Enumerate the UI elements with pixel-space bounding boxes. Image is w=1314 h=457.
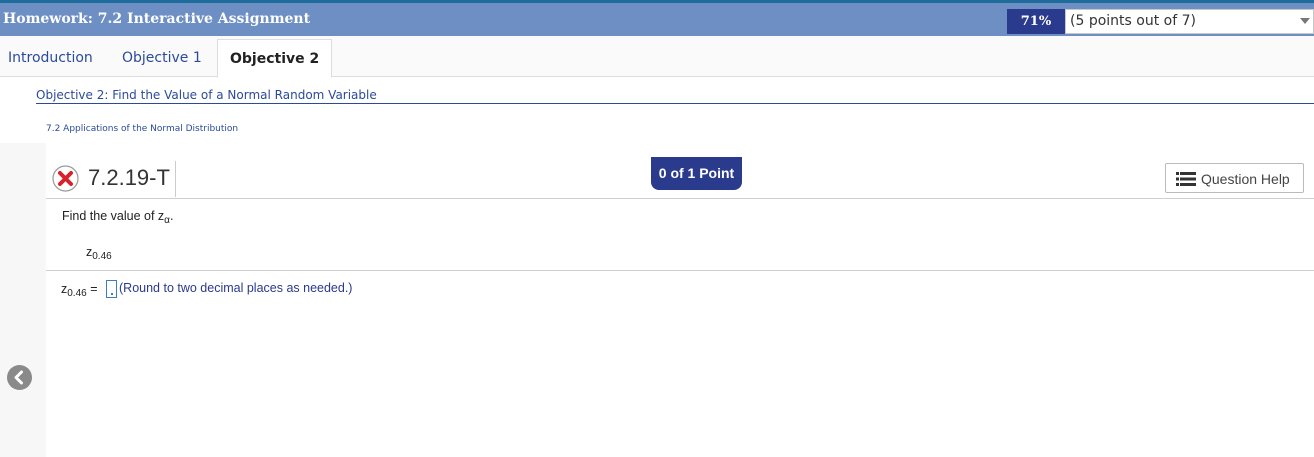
answer-label: z0.46 =	[61, 282, 98, 299]
points-badge: 0 of 1 Point	[651, 157, 742, 190]
answer-input[interactable]	[106, 280, 117, 298]
question-prompt: Find the value of zα.	[62, 209, 174, 226]
prompt-text: Find the value of z	[62, 209, 165, 223]
answer-lhs-subscript: 0.46	[67, 288, 87, 299]
expr-subscript: 0.46	[92, 251, 112, 262]
question-help-button[interactable]: Question Help	[1165, 163, 1304, 193]
score-detail-text: (5 points out of 7)	[1070, 13, 1196, 29]
assignment-header: Homework: 7.2 Interactive Assignment 71%…	[0, 3, 1314, 36]
question-expression: z0.46	[86, 245, 112, 262]
score-dropdown[interactable]: (5 points out of 7)	[1065, 9, 1314, 34]
header-divider	[175, 161, 176, 197]
score-percent-badge: 71%	[1007, 9, 1065, 34]
prompt-subscript: α	[164, 215, 170, 226]
prompt-end: .	[169, 209, 174, 223]
objective-tabs: Introduction Objective 1 Objective 2	[0, 36, 1314, 78]
section-label: 7.2 Applications of the Normal Distribut…	[46, 124, 239, 134]
input-cursor-dot	[111, 293, 113, 295]
answer-equals: =	[86, 282, 98, 296]
chevron-left-icon	[14, 370, 23, 385]
question-separator	[46, 270, 1314, 271]
question-header: 7.2.19-T 0 of 1 Point Question Help	[46, 157, 1314, 199]
tab-objective-1[interactable]: Objective 1	[122, 50, 202, 66]
tab-introduction[interactable]: Introduction	[8, 50, 93, 66]
left-gutter	[0, 143, 46, 457]
chevron-down-icon	[1300, 18, 1310, 24]
answer-hint: (Round to two decimal places as needed.)	[119, 281, 353, 295]
question-number: 7.2.19-T	[88, 165, 170, 190]
back-button[interactable]	[7, 365, 32, 390]
tab-objective-2[interactable]: Objective 2	[217, 39, 333, 78]
incorrect-x-icon	[52, 165, 79, 192]
question-help-label: Question Help	[1201, 171, 1290, 187]
objective-underline	[36, 103, 1314, 104]
list-icon	[1176, 172, 1196, 186]
objective-heading: Objective 2: Find the Value of a Normal …	[36, 88, 377, 102]
assignment-title: Homework: 7.2 Interactive Assignment	[3, 11, 311, 27]
